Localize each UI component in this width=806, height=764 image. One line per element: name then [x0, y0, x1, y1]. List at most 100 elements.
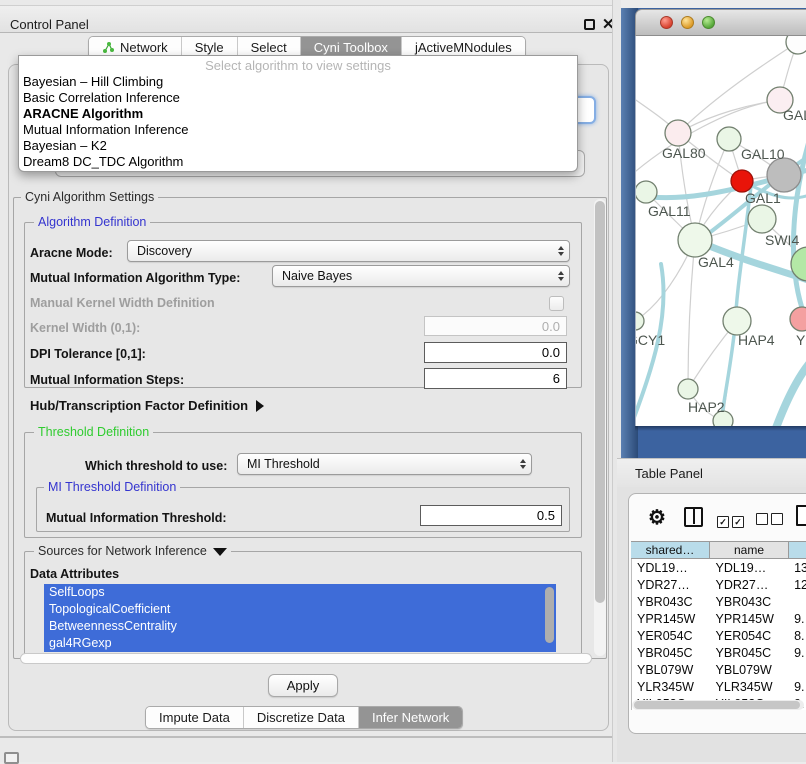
cyni-bottom-tabbar: Impute Data Discretize Data Infer Networ… [145, 706, 463, 729]
algorithm-option[interactable]: Dream8 DC_TDC Algorithm [19, 154, 577, 170]
panel-title: Control Panel [10, 17, 89, 32]
deselect-all-columns-icon[interactable] [756, 512, 786, 530]
show-columns-icon[interactable] [684, 507, 703, 527]
network-window-titlebar[interactable] [635, 9, 806, 36]
node-gal10[interactable] [717, 127, 741, 151]
combobox-stepper-icon [558, 271, 564, 281]
table-row[interactable]: YBR045C YBR045C 9. [632, 644, 806, 661]
export-table-icon[interactable] [796, 505, 806, 526]
dpi-tolerance-field[interactable]: 0.0 [424, 342, 567, 363]
node-gal80[interactable] [665, 120, 691, 146]
table-row[interactable]: YDL19… YDL19… 13 [632, 559, 806, 576]
node-gal11[interactable] [636, 181, 657, 203]
label-gal4: GAL4 [698, 254, 734, 270]
minimize-window-icon[interactable] [681, 16, 694, 29]
mi-algorithm-type-combobox[interactable]: Naive Bayes [272, 265, 570, 287]
mi-steps-field[interactable]: 6 [424, 368, 567, 389]
settings-scrollbar-thumb[interactable] [595, 201, 605, 603]
zoom-window-icon[interactable] [702, 16, 715, 29]
expand-arrow-icon [256, 400, 264, 412]
manual-kernel-checkbox[interactable] [549, 296, 564, 311]
column-header-partial[interactable] [789, 541, 806, 559]
manual-kernel-label: Manual Kernel Width Definition [30, 296, 215, 310]
node-hap4[interactable] [723, 307, 751, 335]
attribute-item-selected[interactable]: gal4RGexp [44, 635, 556, 652]
settings-horizontal-scrollbar[interactable] [20, 653, 592, 664]
table-scrollbar-thumb[interactable] [634, 701, 800, 709]
algorithm-definition-title: Algorithm Definition [34, 215, 150, 229]
column-header-name[interactable]: name [710, 541, 789, 559]
mi-threshold-label: Mutual Information Threshold: [46, 511, 227, 525]
node-hap2[interactable] [678, 379, 698, 399]
network-icon [102, 41, 115, 54]
top-strip [621, 0, 806, 8]
algorithm-option[interactable]: Bayesian – K2 [19, 138, 577, 154]
dpi-tolerance-label: DPI Tolerance [0,1]: [30, 347, 146, 361]
control-panel-titlebar: Control Panel ✕ [0, 5, 617, 33]
attribute-item-selected[interactable]: TopologicalCoefficient [44, 601, 556, 618]
sources-group-title[interactable]: Sources for Network Inference [34, 544, 231, 558]
restore-panel-icon[interactable] [4, 752, 19, 764]
label-gcy1: GCY1 [636, 332, 665, 348]
table-settings-gear-icon[interactable]: ⚙ [648, 505, 666, 530]
mi-algorithm-type-label: Mutual Information Algorithm Type: [30, 271, 240, 285]
apply-button[interactable]: Apply [268, 674, 338, 697]
label-gal10: GAL10 [741, 146, 785, 162]
node-y[interactable] [790, 307, 806, 331]
column-header-shared-name[interactable]: shared… [631, 541, 710, 559]
float-panel-icon[interactable] [584, 19, 595, 30]
select-all-columns-icon[interactable]: ✓✓ [717, 512, 747, 530]
algorithm-dropdown-popup: Select algorithm to view settings Bayesi… [18, 55, 578, 172]
label-gal11: GAL11 [648, 203, 691, 219]
table-body: YDL19… YDL19… 13 YDR27… YDR27… 12 YBR043… [631, 559, 806, 710]
algorithm-option-selected[interactable]: ARACNE Algorithm [19, 106, 577, 122]
attribute-item-selected[interactable]: SelfLoops [44, 584, 556, 601]
aracne-mode-label: Aracne Mode: [30, 246, 113, 260]
table-row[interactable]: YPR145W YPR145W 9. [632, 610, 806, 627]
table-row[interactable]: YLR345W YLR345W 9. [632, 678, 806, 695]
table-row[interactable]: YER054C YER054C 8. [632, 627, 806, 644]
table-row[interactable]: YBR043C YBR043C [632, 593, 806, 610]
algorithm-option[interactable]: Bayesian – Hill Climbing [19, 74, 577, 90]
attribute-item-selected[interactable]: BetweennessCentrality [44, 618, 556, 635]
tab-discretize-data[interactable]: Discretize Data [244, 707, 359, 728]
tab-infer-network[interactable]: Infer Network [359, 707, 462, 728]
mi-threshold-group-title: MI Threshold Definition [44, 480, 180, 494]
kernel-width-field[interactable]: 0.0 [424, 316, 567, 336]
mi-threshold-field[interactable]: 0.5 [420, 505, 562, 526]
threshold-definition-title: Threshold Definition [34, 425, 153, 439]
close-window-icon[interactable] [660, 16, 673, 29]
window-bottom-shadow [635, 426, 806, 431]
node-labels: GAL GAL80 GAL10 GAL1 GAL11 SWI4 GAL4 GCY… [636, 107, 806, 415]
label-hap2: HAP2 [688, 399, 725, 415]
data-attributes-list: SelfLoops TopologicalCoefficient Between… [44, 584, 556, 652]
label-gal80: GAL80 [662, 145, 706, 161]
aracne-mode-combobox[interactable]: Discovery [127, 240, 570, 262]
table-header-row: shared… name [631, 541, 806, 559]
table-panel-titlebar: Table Panel [617, 458, 806, 487]
settings-group-title: Cyni Algorithm Settings [21, 190, 158, 204]
attribute-list-scrollbar[interactable] [545, 587, 554, 643]
algorithm-option[interactable]: Mutual Information Inference [19, 122, 577, 138]
hub-section-toggle[interactable]: Hub/Transcription Factor Definition [30, 398, 264, 413]
combobox-stepper-icon [520, 459, 526, 469]
which-threshold-combobox[interactable]: MI Threshold [237, 453, 532, 475]
label-gal: GAL [783, 107, 806, 123]
tab-impute-data[interactable]: Impute Data [146, 707, 244, 728]
node-gal1[interactable] [748, 205, 776, 233]
network-canvas: GAL GAL80 GAL10 GAL1 GAL11 SWI4 GAL4 GCY… [636, 36, 806, 426]
dock-bottom-divider [0, 736, 618, 738]
table-row[interactable]: YBL079W YBL079W [632, 661, 806, 678]
label-y: Y [796, 332, 806, 348]
node-red[interactable] [731, 170, 753, 192]
node-gal4[interactable] [678, 223, 712, 257]
network-view[interactable]: GAL GAL80 GAL10 GAL1 GAL11 SWI4 GAL4 GCY… [635, 36, 806, 426]
table-horizontal-scrollbar[interactable] [632, 700, 804, 710]
tab-network-label: Network [120, 40, 168, 55]
network-nodes [636, 36, 806, 426]
node-top[interactable] [786, 36, 806, 54]
kernel-width-label: Kernel Width (0,1): [30, 321, 140, 335]
algorithm-option[interactable]: Basic Correlation Inference [19, 90, 577, 106]
node-gray[interactable] [767, 158, 801, 192]
table-row[interactable]: YDR27… YDR27… 12 [632, 576, 806, 593]
